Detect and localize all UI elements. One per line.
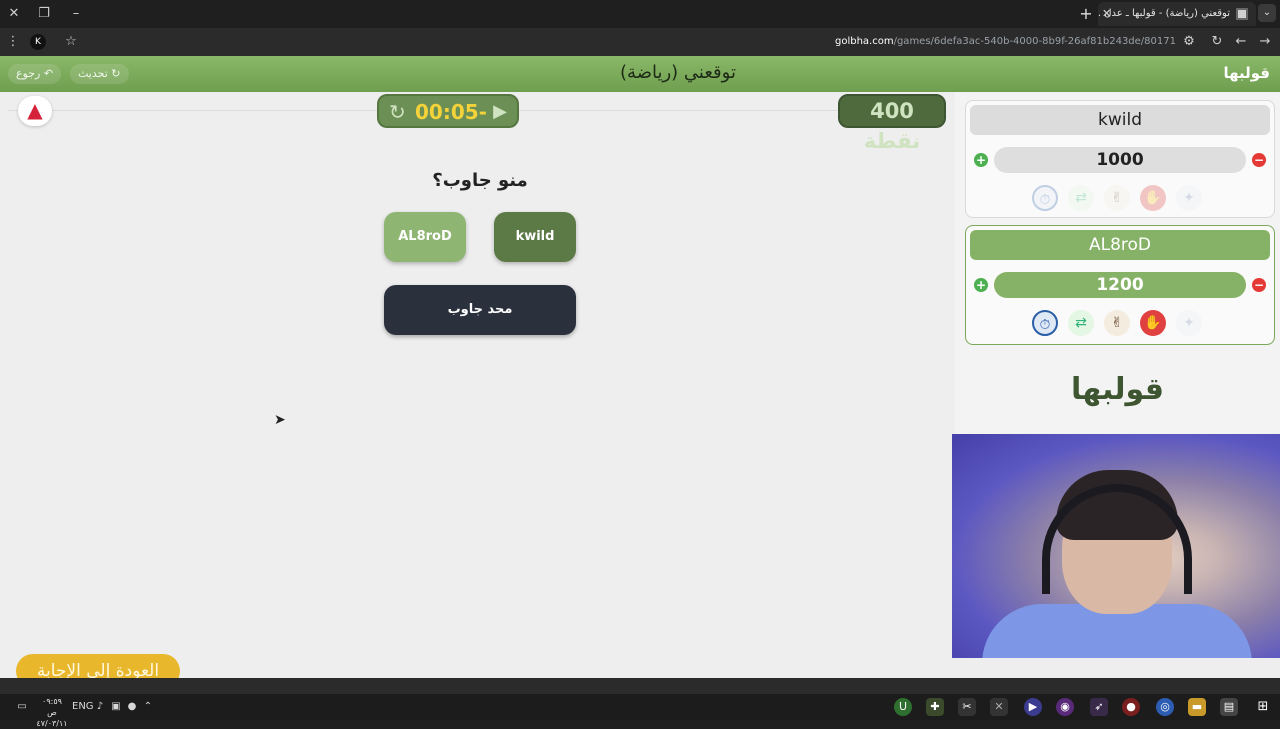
stopwatch-icon[interactable]: ⏱ <box>1032 310 1058 336</box>
stopwatch-icon[interactable]: ⏱ <box>1032 185 1058 211</box>
microphone-icon[interactable]: ● <box>126 698 138 716</box>
os-taskbar: ▭ ٠٩:٥٩ ص ٤٧/٠٣/١١ ENG ♪ ▣ ● ⌃ U ✚ ✂ ✕ ▶… <box>0 694 1280 728</box>
game-area: ▲ ↻ 00:05- ▶ 400 نقطة منو جاوب؟ kwild AL… <box>0 92 955 688</box>
volume-icon[interactable]: ♪ <box>94 698 106 716</box>
url-host: golbha.com <box>835 36 894 47</box>
tab-close-icon[interactable]: ✕ <box>1102 2 1111 26</box>
tab-title: توقعني (رياضة) - قولبها ـ عدل ... <box>1098 8 1230 19</box>
players-panel: kwild + 1000 − ⏱ ⇄ ✌ ✋ ✦ AL8roD + 1200 −… <box>955 92 1280 434</box>
answer-player-al8rod-button[interactable]: AL8roD <box>384 212 466 262</box>
subtract-points-icon[interactable]: − <box>1252 278 1266 292</box>
webcam-video <box>952 434 1280 664</box>
app-game-icon[interactable]: ✚ <box>926 698 944 716</box>
refresh-button[interactable]: ↻ تحديث <box>70 64 129 84</box>
app-rocket-icon[interactable]: ➶ <box>1090 698 1108 716</box>
app-capcut-icon[interactable]: ✂ <box>958 698 976 716</box>
add-points-icon[interactable]: + <box>974 278 988 292</box>
timer-reset-icon[interactable]: ↻ <box>389 100 406 124</box>
window-minimize-icon[interactable]: – <box>66 4 86 24</box>
back-button-label: رجوع <box>16 67 41 80</box>
url-path: /games/6defa3ac-540b-4000-8b9f-26af81b24… <box>893 36 1176 47</box>
site-settings-icon[interactable]: ⚙ <box>1180 33 1198 51</box>
player-name: kwild <box>970 105 1270 135</box>
taskbar-clock[interactable]: ٠٩:٥٩ ص ٤٧/٠٣/١١ <box>36 696 68 729</box>
timer: ↻ 00:05- ▶ <box>377 94 519 128</box>
player-score: 1200 <box>994 272 1246 298</box>
refresh-button-label: تحديث <box>78 67 108 80</box>
app-header: ↶ رجوع ↻ تحديث توقعني (رياضة) قولبها <box>0 56 1280 92</box>
reload-icon[interactable]: ↻ <box>1208 33 1226 51</box>
language-indicator[interactable]: ENG <box>72 698 94 716</box>
profile-avatar[interactable]: K <box>30 34 46 50</box>
app-store-icon[interactable]: ▤ <box>1220 698 1238 716</box>
timer-value: 00:05- <box>415 100 487 124</box>
player-card-active: AL8roD + 1200 − ⏱ ⇄ ✌ ✋ ✦ <box>965 225 1275 345</box>
back-button[interactable]: ↶ رجوع <box>8 64 62 84</box>
app-chrome-icon[interactable]: ◎ <box>1156 698 1174 716</box>
window-bottom-edge <box>0 678 1280 694</box>
extra-helper-icon[interactable]: ✦ <box>1176 310 1202 336</box>
start-menu-icon[interactable]: ⊞ <box>1254 698 1272 716</box>
window-restore-icon[interactable]: ❐ <box>34 4 54 24</box>
helper-icons: ⏱ ⇄ ✌ ✋ ✦ <box>1030 310 1220 338</box>
url-field[interactable]: golbha.com/games/6defa3ac-540b-4000-8b9f… <box>700 34 1176 50</box>
add-points-icon[interactable]: + <box>974 153 988 167</box>
mouse-cursor-icon: ➤ <box>274 412 286 428</box>
network-icon[interactable]: ▣ <box>110 698 122 716</box>
app-xbox-icon[interactable]: ✕ <box>990 698 1008 716</box>
clock-time: ٠٩:٥٩ ص <box>42 697 62 717</box>
bookmark-star-icon[interactable]: ☆ <box>62 33 80 51</box>
new-tab-icon[interactable]: + <box>1078 4 1094 24</box>
points-badge: 400 نقطة <box>838 94 946 153</box>
answer-player-kwild-button[interactable]: kwild <box>494 212 576 262</box>
browser-tab-bar: ✕ ❐ – + توقعني (رياضة) - قولبها ـ عدل ..… <box>0 0 1280 28</box>
browser-tab[interactable]: توقعني (رياضة) - قولبها ـ عدل ... ✕ <box>1098 2 1256 26</box>
nobody-answered-button[interactable]: محد جاوب <box>384 285 576 335</box>
subtract-points-icon[interactable]: − <box>1252 153 1266 167</box>
site-favicon-icon <box>1236 8 1248 20</box>
question-text: منو جاوب؟ <box>432 170 528 191</box>
player-name: AL8roD <box>970 230 1270 260</box>
browser-address-bar: ⋮ K ☆ golbha.com/games/6defa3ac-540b-400… <box>0 28 1280 56</box>
notification-icon[interactable]: ▭ <box>14 698 30 716</box>
brand-logo: قولبها <box>1070 372 1165 407</box>
two-fingers-icon[interactable]: ✌ <box>1104 185 1130 211</box>
app-obs-icon[interactable]: ◉ <box>1056 698 1074 716</box>
app-recorder-icon[interactable]: ● <box>1122 698 1140 716</box>
back-icon[interactable]: → <box>1256 33 1274 51</box>
header-logo[interactable]: قولبها <box>1223 64 1270 82</box>
tab-search-icon[interactable]: ⌄ <box>1258 4 1276 22</box>
swap-icon[interactable]: ⇄ <box>1068 185 1094 211</box>
extra-helper-icon[interactable]: ✦ <box>1176 185 1202 211</box>
swap-icon[interactable]: ⇄ <box>1068 310 1094 336</box>
report-button[interactable]: ▲ <box>18 96 52 126</box>
browser-menu-icon[interactable]: ⋮ <box>4 33 22 51</box>
page-title: توقعني (رياضة) <box>620 62 736 83</box>
app-video-icon[interactable]: ▶ <box>1024 698 1042 716</box>
two-fingers-icon[interactable]: ✌ <box>1104 310 1130 336</box>
panel-bottom <box>955 658 1280 678</box>
app-files-icon[interactable]: ▬ <box>1188 698 1206 716</box>
player-score: 1000 <box>994 147 1246 173</box>
forward-icon[interactable]: ← <box>1232 33 1250 51</box>
timer-play-icon[interactable]: ▶ <box>493 101 507 122</box>
stop-hand-icon[interactable]: ✋ <box>1140 310 1166 336</box>
tray-expand-icon[interactable]: ⌃ <box>142 698 154 716</box>
player-card: kwild + 1000 − ⏱ ⇄ ✌ ✋ ✦ <box>965 100 1275 218</box>
app-upwork-icon[interactable]: U <box>894 698 912 716</box>
warning-icon: ▲ <box>27 98 43 122</box>
helper-icons: ⏱ ⇄ ✌ ✋ ✦ <box>1030 185 1220 213</box>
stop-hand-icon[interactable]: ✋ <box>1140 185 1166 211</box>
window-close-icon[interactable]: ✕ <box>4 4 24 24</box>
